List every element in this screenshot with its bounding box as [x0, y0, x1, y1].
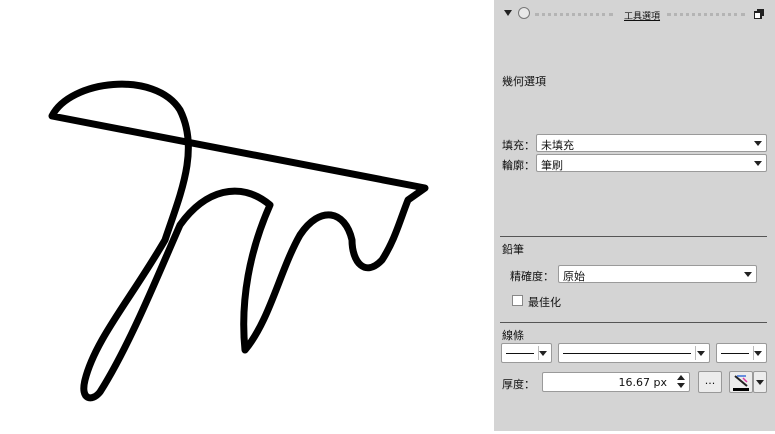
spinner-up-icon[interactable]: [677, 375, 685, 380]
tool-options-panel: 工具選項 幾何選項 填充： 未填充 輪廓： 筆刷 鉛筆 精確度： 原始 最佳化 …: [494, 0, 775, 431]
panel-title: 工具選項: [624, 12, 661, 22]
geometry-options-heading: 幾何選項: [502, 75, 546, 88]
chevron-down-icon: [754, 351, 762, 356]
chevron-down-icon: [756, 380, 764, 385]
stroke-select[interactable]: 筆刷: [536, 154, 767, 172]
pencil-heading: 鉛筆: [502, 243, 524, 256]
fill-select-value: 未填充: [541, 139, 574, 152]
pin-icon[interactable]: [518, 7, 530, 19]
stroke-color-button[interactable]: [729, 371, 753, 393]
divider: [500, 236, 767, 237]
pencil-stroke-drawing: [48, 80, 429, 402]
spinner-down-icon[interactable]: [677, 383, 685, 388]
precision-label: 精確度：: [510, 270, 554, 283]
chevron-down-icon: [744, 272, 752, 277]
chevron-down-icon: [754, 161, 762, 166]
end-arrow-select[interactable]: [716, 343, 767, 363]
stroke-select-value: 筆刷: [541, 159, 563, 172]
more-options-label: ...: [704, 374, 716, 387]
stroke-color-dropdown[interactable]: [753, 371, 767, 393]
drawing-canvas[interactable]: [0, 0, 494, 431]
panel-titlebar: 工具選項: [494, 0, 775, 30]
fill-select[interactable]: 未填充: [536, 134, 767, 152]
chevron-down-icon: [539, 351, 547, 356]
fill-label: 填充：: [502, 139, 535, 152]
lines-heading: 線條: [502, 329, 524, 342]
stroke-label: 輪廓：: [502, 159, 535, 172]
collapse-arrow-icon[interactable]: [504, 10, 512, 16]
start-arrow-select[interactable]: [501, 343, 552, 363]
thickness-input[interactable]: 16.67 px: [542, 372, 690, 392]
chevron-down-icon: [697, 351, 705, 356]
pen-color-icon: [733, 375, 749, 391]
thickness-label: 厚度：: [502, 378, 535, 391]
optimize-label[interactable]: 最佳化: [528, 294, 561, 310]
float-window-icon[interactable]: [753, 9, 764, 20]
precision-select[interactable]: 原始: [558, 265, 757, 283]
line-style-select[interactable]: [558, 343, 710, 363]
freehand-stroke: [48, 80, 429, 402]
divider: [500, 322, 767, 323]
chevron-down-icon: [754, 141, 762, 146]
optimize-checkbox[interactable]: [512, 295, 523, 306]
precision-select-value: 原始: [563, 270, 585, 283]
more-options-button[interactable]: ...: [698, 371, 722, 393]
thickness-value: 16.67 px: [618, 376, 667, 389]
